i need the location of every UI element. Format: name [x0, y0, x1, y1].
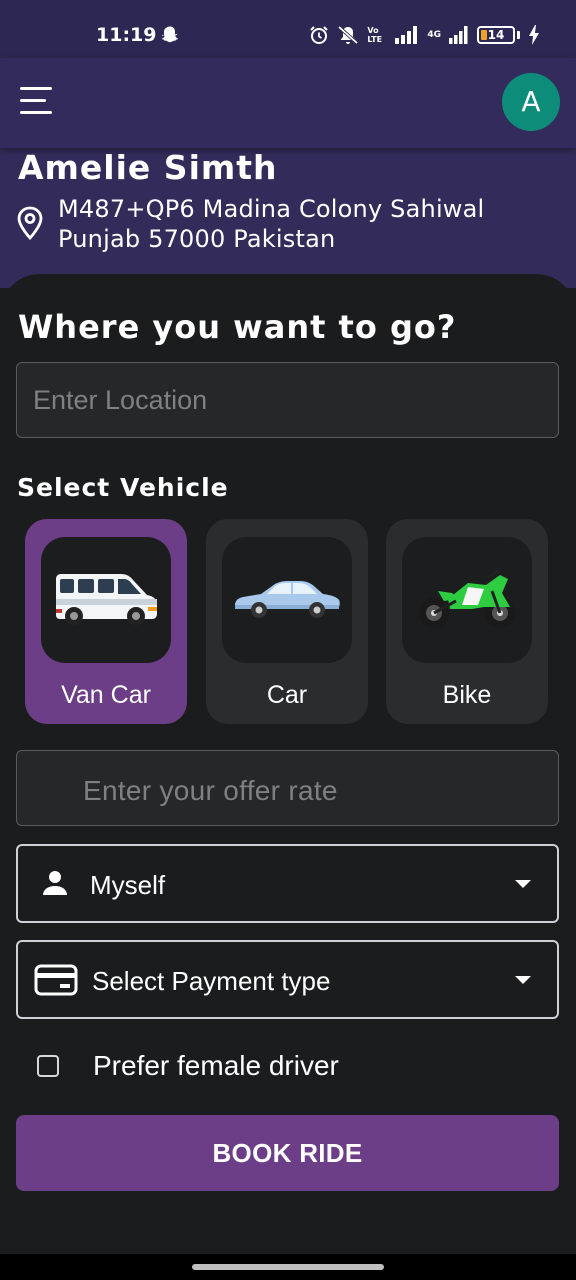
app-bar: A — [0, 58, 576, 148]
home-gesture-handle[interactable] — [192, 1264, 384, 1270]
vehicle-image-van — [41, 537, 171, 663]
snapchat-icon — [161, 26, 179, 43]
alarm-icon — [310, 26, 329, 44]
avatar[interactable]: A — [502, 73, 560, 131]
payment-type-select[interactable]: Select Payment type — [16, 940, 559, 1019]
battery-body: 14 — [477, 26, 515, 44]
user-address: M487+QP6 Madina Colony Sahiwal Punjab 57… — [58, 194, 484, 254]
status-time: 11:19 — [96, 24, 157, 46]
vehicle-card-car[interactable]: Car — [206, 519, 368, 724]
address-line-1: M487+QP6 Madina Colony Sahiwal — [58, 195, 485, 223]
status-bar: 11:19 Vo LTE 4G 14 — [0, 0, 576, 58]
book-ride-button[interactable]: BOOK RIDE — [16, 1115, 559, 1191]
system-nav-bar — [0, 1254, 576, 1280]
user-name: Amelie Simth — [18, 148, 278, 187]
passenger-value: Myself — [90, 870, 166, 900]
hamburger-menu-icon[interactable] — [20, 87, 54, 117]
location-input[interactable]: Enter Location — [16, 362, 559, 438]
location-placeholder: Enter Location — [33, 385, 208, 415]
battery-icon: 14 — [477, 26, 520, 44]
charging-icon — [529, 25, 539, 45]
vehicle-image-bike — [402, 537, 532, 663]
payment-card-icon — [34, 964, 78, 996]
chevron-down-icon — [515, 976, 531, 984]
vehicle-card-bike[interactable]: Bike — [386, 519, 548, 724]
vehicle-label-bike: Bike — [442, 681, 492, 709]
status-icons: Vo LTE 4G 14 — [309, 24, 540, 46]
payment-type-value: Select Payment type — [92, 966, 331, 996]
mute-icon — [338, 25, 359, 45]
signal-icon-2 — [449, 26, 468, 44]
passenger-select[interactable]: Myself — [16, 844, 559, 923]
volte-icon: Vo LTE — [367, 26, 383, 44]
vehicle-card-van[interactable]: Van Car — [25, 519, 187, 724]
vehicle-label-van: Van Car — [61, 681, 151, 709]
female-driver-label: Prefer female driver — [93, 1050, 339, 1081]
van-icon — [56, 574, 157, 625]
select-vehicle-label: Select Vehicle — [17, 473, 229, 502]
battery-level: 14 — [487, 28, 505, 42]
signal-icon — [395, 26, 418, 44]
address-line-2: Punjab 57000 Pakistan — [58, 225, 336, 253]
motorbike-icon — [419, 569, 515, 628]
booking-sheet: Where you want to go? Enter Location Sel… — [0, 274, 576, 1254]
chevron-down-icon — [515, 880, 531, 888]
sheet-title: Where you want to go? — [18, 308, 457, 346]
network-type-label: 4G — [427, 29, 441, 40]
user-header: Amelie Simth M487+QP6 Madina Colony Sahi… — [0, 148, 576, 288]
vehicle-label-car: Car — [266, 681, 308, 709]
vehicle-image-car — [222, 537, 352, 663]
battery-tip — [517, 31, 520, 39]
car-icon — [235, 581, 340, 618]
offer-rate-placeholder: Enter your offer rate — [83, 775, 338, 806]
offer-rate-input[interactable]: Enter your offer rate — [16, 750, 559, 826]
person-icon — [43, 871, 67, 895]
location-pin-icon — [17, 206, 43, 240]
female-driver-checkbox[interactable] — [37, 1055, 59, 1077]
